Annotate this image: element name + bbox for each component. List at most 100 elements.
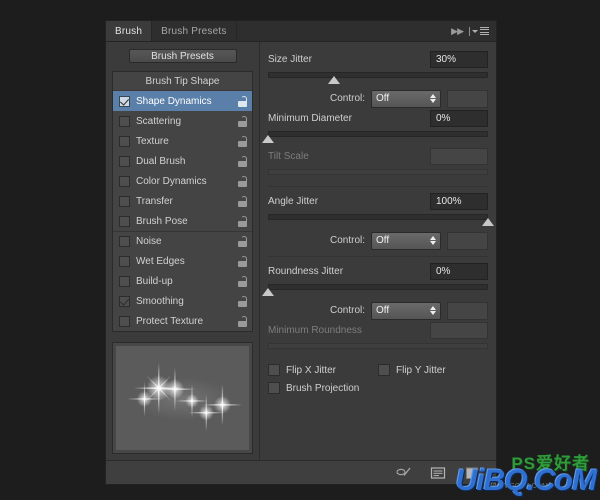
minimum-diameter-slider[interactable] xyxy=(262,130,488,143)
brush-projection-label: Brush Projection xyxy=(286,382,360,394)
brush-option-checkbox[interactable] xyxy=(119,275,130,287)
unlock-icon[interactable] xyxy=(238,215,247,227)
size-jitter-slider[interactable] xyxy=(268,71,488,84)
brush-presets-button[interactable]: Brush Presets xyxy=(128,49,237,63)
size-jitter-value[interactable]: 30% xyxy=(430,51,488,68)
brush-option-row[interactable]: Color Dynamics xyxy=(113,171,252,191)
unlock-icon[interactable] xyxy=(238,175,247,187)
tilt-scale-track xyxy=(268,169,488,175)
brush-projection-box[interactable] xyxy=(268,382,280,394)
unlock-icon[interactable] xyxy=(238,315,247,327)
brush-option-row[interactable]: Transfer xyxy=(113,191,252,211)
brush-option-row[interactable]: Protect Texture xyxy=(113,311,252,331)
brush-option-checkbox[interactable] xyxy=(119,215,130,227)
brush-option-checkbox[interactable] xyxy=(119,236,130,247)
size-control-dropdown[interactable]: Off xyxy=(371,89,441,108)
unlock-icon[interactable] xyxy=(238,135,247,147)
flip-x-jitter-checkbox[interactable]: Flip X Jitter xyxy=(268,364,378,376)
flip-y-jitter-checkbox[interactable]: Flip Y Jitter xyxy=(378,364,446,376)
stepper-arrows-icon[interactable] xyxy=(429,306,436,315)
brush-option-row[interactable]: Build-up xyxy=(113,271,252,291)
roundness-jitter-label: Roundness Jitter xyxy=(268,266,344,277)
tab-brush-label: Brush xyxy=(115,25,143,37)
brush-option-row[interactable]: Wet Edges xyxy=(113,251,252,271)
delete-brush-icon[interactable] xyxy=(464,466,480,480)
brush-option-row[interactable]: Brush Pose xyxy=(113,211,252,231)
brush-option-row[interactable]: Shape Dynamics xyxy=(113,91,252,111)
unlock-icon[interactable] xyxy=(238,195,247,207)
brush-stroke-preview xyxy=(116,346,249,450)
brush-option-label: Color Dynamics xyxy=(136,175,207,187)
flip-y-jitter-label: Flip Y Jitter xyxy=(396,364,446,376)
roundness-control-aux-field xyxy=(446,301,488,320)
brush-option-label: Texture xyxy=(136,135,169,147)
unlock-icon[interactable] xyxy=(238,236,247,247)
brush-preview-frame xyxy=(112,342,253,454)
size-control-value: Off xyxy=(376,93,390,104)
brush-option-row[interactable]: Dual Brush xyxy=(113,151,252,171)
brush-option-checkbox[interactable] xyxy=(119,195,130,207)
unlock-icon[interactable] xyxy=(238,95,247,107)
minimum-roundness-slider xyxy=(268,342,488,355)
unlock-icon[interactable] xyxy=(238,275,247,287)
brush-option-label: Dual Brush xyxy=(136,155,186,167)
angle-control-value: Off xyxy=(376,235,390,246)
brush-option-row[interactable]: Smoothing xyxy=(113,291,252,311)
shape-dynamics-controls: Size Jitter 30% Control: Off Minimum Dia… xyxy=(260,42,496,460)
brush-tip-shape-item[interactable]: Brush Tip Shape xyxy=(113,72,252,91)
brush-option-checkbox[interactable] xyxy=(119,95,130,107)
roundness-jitter-row: Roundness Jitter 0% xyxy=(268,262,488,281)
brush-option-row[interactable]: Scattering xyxy=(113,111,252,131)
brush-option-row[interactable]: Texture xyxy=(113,131,252,151)
roundness-control-dropdown[interactable]: Off xyxy=(371,301,441,320)
minimum-diameter-value[interactable]: 0% xyxy=(430,110,488,127)
minimum-roundness-value xyxy=(430,322,488,339)
tab-brush[interactable]: Brush xyxy=(106,21,153,41)
brush-option-list: Brush Tip Shape Shape Dynamics Scattering… xyxy=(112,71,253,332)
unlock-icon[interactable] xyxy=(238,115,247,127)
roundness-jitter-value[interactable]: 0% xyxy=(430,263,488,280)
unlock-icon[interactable] xyxy=(238,295,247,307)
size-jitter-knob[interactable] xyxy=(328,76,340,84)
brush-option-checkbox[interactable] xyxy=(119,315,130,327)
brush-option-checkbox[interactable] xyxy=(119,115,130,127)
brush-option-label: Build-up xyxy=(136,275,173,287)
angle-jitter-knob[interactable] xyxy=(482,218,494,226)
menu-bars-icon xyxy=(480,26,489,36)
angle-control-row: Control: Off xyxy=(268,230,488,251)
brush-option-checkbox[interactable] xyxy=(119,175,130,187)
brush-option-checkbox[interactable] xyxy=(119,135,130,147)
angle-control-dropdown[interactable]: Off xyxy=(371,231,441,250)
tilt-scale-label: Tilt Scale xyxy=(268,151,309,162)
tab-brush-presets[interactable]: Brush Presets xyxy=(152,21,237,41)
brush-option-checkbox[interactable] xyxy=(119,255,130,267)
tilt-scale-value xyxy=(430,148,488,165)
roundness-control-row: Control: Off xyxy=(268,300,488,321)
panel-body: Brush Presets Brush Tip Shape Shape Dyna… xyxy=(106,42,496,460)
brush-option-checkbox[interactable] xyxy=(119,155,130,167)
brush-projection-checkbox[interactable]: Brush Projection xyxy=(268,382,359,394)
tilt-scale-row: Tilt Scale xyxy=(268,147,488,166)
flip-y-jitter-box[interactable] xyxy=(378,364,390,376)
angle-jitter-label: Angle Jitter xyxy=(268,196,319,207)
panel-menu-icon[interactable] xyxy=(469,26,489,36)
double-chevron-right-icon[interactable]: ▶▶ xyxy=(451,26,464,37)
angle-control-aux-field xyxy=(446,231,488,250)
unlock-icon[interactable] xyxy=(238,255,247,267)
unlock-icon[interactable] xyxy=(238,155,247,167)
toggle-airbrush-icon[interactable] xyxy=(396,466,412,480)
stepper-arrows-icon[interactable] xyxy=(429,236,436,245)
roundness-jitter-slider[interactable] xyxy=(262,283,488,296)
brush-option-checkbox[interactable] xyxy=(119,295,130,307)
brush-option-row[interactable]: Noise xyxy=(113,231,252,251)
panel-tab-tools: ▶▶ xyxy=(451,21,496,41)
angle-jitter-slider[interactable] xyxy=(268,213,494,226)
minimum-diameter-knob[interactable] xyxy=(262,135,274,143)
flip-x-jitter-box[interactable] xyxy=(268,364,280,376)
tilt-scale-slider xyxy=(268,168,488,181)
roundness-jitter-knob[interactable] xyxy=(262,288,274,296)
angle-jitter-value[interactable]: 100% xyxy=(430,193,488,210)
stepper-arrows-icon[interactable] xyxy=(429,94,436,103)
sparkle-brush-strokes-graphic xyxy=(127,362,243,432)
create-brush-preset-icon[interactable] xyxy=(430,466,446,480)
